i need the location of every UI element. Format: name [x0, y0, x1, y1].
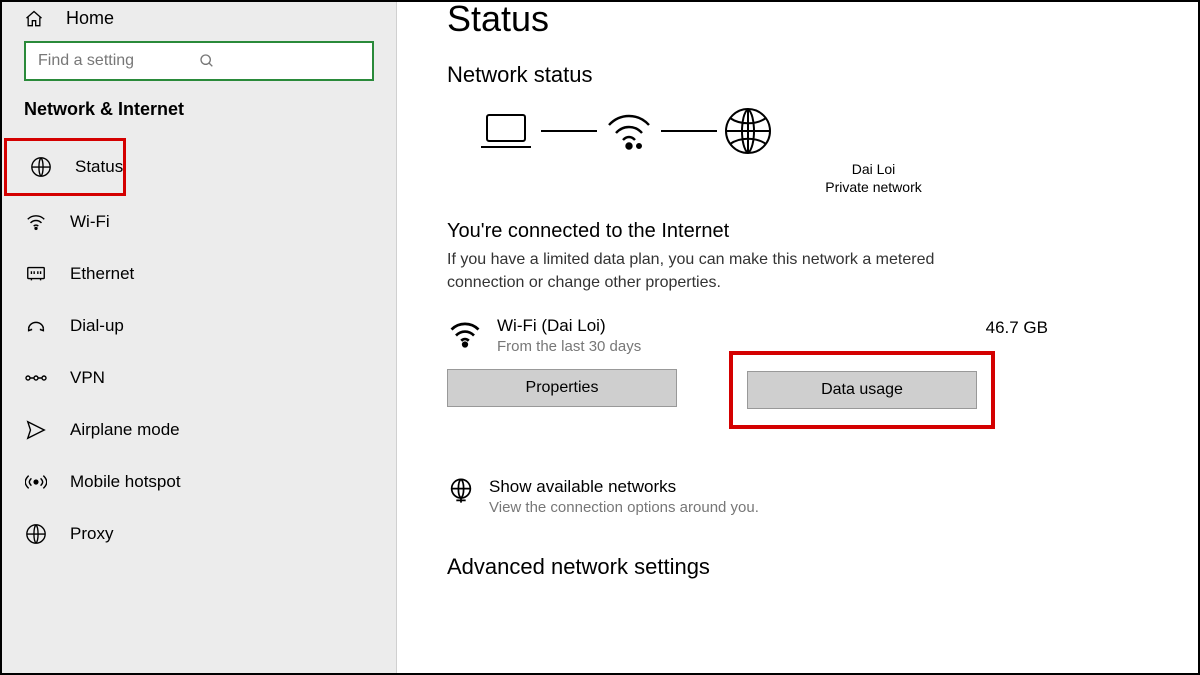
data-usage-button-label: Data usage — [821, 381, 903, 399]
settings-sidebar: Home Find a setting Network & Internet S… — [2, 2, 397, 673]
sidebar-item-proxy[interactable]: Proxy — [2, 508, 396, 560]
wifi-router-icon — [603, 109, 655, 153]
sidebar-item-label: Proxy — [70, 524, 113, 544]
properties-button-label: Properties — [526, 379, 599, 397]
sidebar-item-label: Status — [75, 157, 123, 177]
network-status-heading: Network status — [447, 62, 1168, 88]
sidebar-item-label: VPN — [70, 368, 105, 388]
diagram-ssid: Dai Loi — [579, 160, 1168, 178]
dialup-icon — [24, 314, 48, 338]
properties-button[interactable]: Properties — [447, 369, 677, 407]
available-networks-title: Show available networks — [489, 477, 759, 497]
sidebar-item-hotspot[interactable]: Mobile hotspot — [2, 456, 396, 508]
advanced-settings-heading: Advanced network settings — [447, 554, 1168, 580]
home-label: Home — [66, 8, 114, 29]
connected-heading: You're connected to the Internet — [447, 220, 1168, 243]
diagram-network-type: Private network — [579, 178, 1168, 196]
category-title: Network & Internet — [2, 99, 396, 138]
show-available-networks[interactable]: Show available networks View the connect… — [447, 477, 1168, 516]
data-usage-button[interactable]: Data usage — [747, 371, 977, 409]
diagram-caption: Dai Loi Private network — [579, 160, 1168, 196]
adapter-usage: 46.7 GB — [986, 318, 1048, 338]
sidebar-item-status[interactable]: Status — [4, 138, 126, 196]
network-diagram — [477, 106, 1168, 156]
wifi-adapter-icon — [447, 316, 483, 352]
adapter-row: Wi-Fi (Dai Loi) From the last 30 days 46… — [447, 316, 1168, 355]
laptop-icon — [477, 109, 535, 153]
content-pane: Status Network status Dai Loi Private ne… — [397, 2, 1198, 673]
search-input[interactable]: Find a setting — [24, 41, 374, 81]
internet-globe-icon — [723, 106, 773, 156]
available-networks-icon — [447, 477, 475, 505]
available-networks-sub: View the connection options around you. — [489, 499, 759, 516]
vpn-icon — [24, 366, 48, 390]
search-placeholder: Find a setting — [38, 52, 199, 70]
sidebar-item-label: Dial-up — [70, 316, 124, 336]
home-link[interactable]: Home — [2, 4, 396, 41]
search-icon — [199, 53, 360, 69]
airplane-icon — [24, 418, 48, 442]
sidebar-item-label: Ethernet — [70, 264, 134, 284]
proxy-globe-icon — [24, 522, 48, 546]
hotspot-icon — [24, 470, 48, 494]
globe-icon — [29, 155, 53, 179]
page-title: Status — [447, 2, 1168, 40]
ethernet-icon — [24, 262, 48, 286]
sidebar-item-dialup[interactable]: Dial-up — [2, 300, 396, 352]
home-icon — [24, 9, 44, 29]
sidebar-item-airplane[interactable]: Airplane mode — [2, 404, 396, 456]
connected-subtext: If you have a limited data plan, you can… — [447, 249, 987, 294]
sidebar-item-label: Wi-Fi — [70, 212, 110, 232]
sidebar-item-label: Airplane mode — [70, 420, 180, 440]
wifi-icon — [24, 210, 48, 234]
sidebar-item-vpn[interactable]: VPN — [2, 352, 396, 404]
sidebar-item-wifi[interactable]: Wi-Fi — [2, 196, 396, 248]
sidebar-item-label: Mobile hotspot — [70, 472, 181, 492]
sidebar-item-ethernet[interactable]: Ethernet — [2, 248, 396, 300]
adapter-name: Wi-Fi (Dai Loi) — [497, 316, 972, 336]
